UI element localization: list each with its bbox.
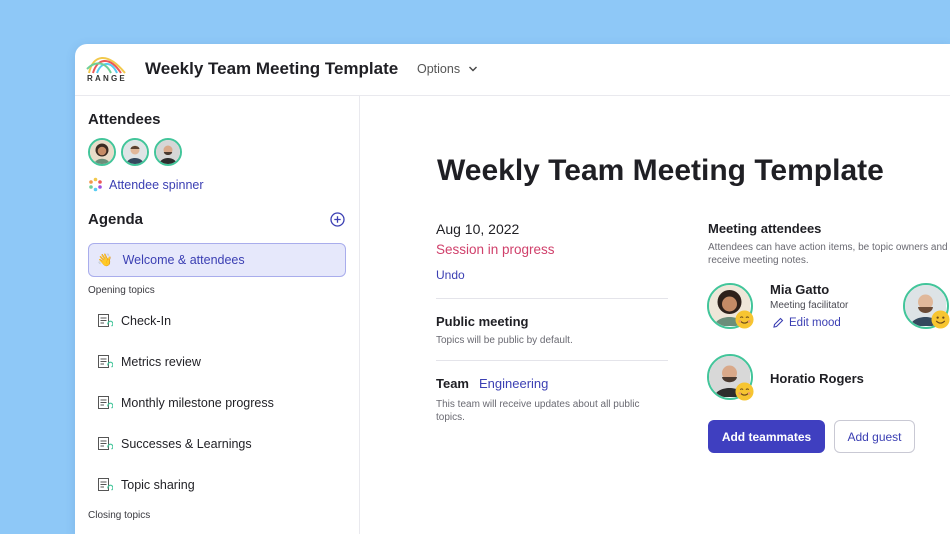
topic-doc-icon <box>98 396 113 409</box>
attendees-heading: Attendees <box>88 111 161 128</box>
smiling-emoji-icon <box>931 310 950 329</box>
topic-doc-icon <box>98 437 113 450</box>
smiling-emoji-icon <box>735 382 754 401</box>
topic-doc-icon <box>98 314 113 327</box>
add-guest-button[interactable]: Add guest <box>834 420 915 453</box>
topic-doc-icon <box>98 355 113 368</box>
meeting-attendees-heading: Meeting attendees <box>708 221 822 236</box>
opening-topics-label: Opening topics <box>88 285 155 296</box>
meeting-attendees-desc: Attendees can have action items, be topi… <box>708 242 948 266</box>
undo-button[interactable]: Undo <box>436 268 465 282</box>
team-link-engineering[interactable]: Engineering <box>479 376 548 391</box>
closing-topics-label: Closing topics <box>88 510 151 521</box>
topic-doc-icon <box>98 478 113 491</box>
avatar[interactable] <box>154 138 182 166</box>
attendee-spinner-link[interactable]: Attendee spinner <box>88 177 204 192</box>
page-title: Weekly Team Meeting Template <box>437 154 884 187</box>
header-title: Weekly Team Meeting Template <box>145 59 399 78</box>
add-agenda-icon[interactable] <box>330 212 345 227</box>
edit-mood-link[interactable]: Edit mood <box>772 317 841 329</box>
meeting-date: Aug 10, 2022 <box>436 221 520 237</box>
topic-label: Metrics review <box>121 355 201 369</box>
agenda-topic-metrics-review[interactable]: Metrics review <box>97 354 201 370</box>
session-status: Session in progress <box>436 242 555 257</box>
person-avatar-icon <box>123 140 147 164</box>
team-desc: This team will receive updates about all… <box>436 399 640 423</box>
topic-label: Successes & Learnings <box>121 437 252 451</box>
range-logo[interactable]: RANGE <box>85 49 129 89</box>
avatar[interactable] <box>88 138 116 166</box>
logo-wordmark: RANGE <box>87 74 127 83</box>
options-menu[interactable]: Options <box>417 62 478 76</box>
team-field: Team Engineering <box>436 376 548 391</box>
agenda-item-label: Welcome & attendees <box>122 253 245 267</box>
topic-label: Monthly milestone progress <box>121 396 274 410</box>
agenda-topic-sharing[interactable]: Topic sharing <box>97 477 195 493</box>
app-window: RANGE Weekly Team Meeting Template Optio… <box>75 44 950 534</box>
agenda-topic-successes[interactable]: Successes & Learnings <box>97 436 252 452</box>
smiling-emoji-icon <box>735 310 754 329</box>
public-meeting-desc: Topics will be public by default. <box>436 335 573 346</box>
chevron-down-icon <box>469 66 478 72</box>
public-meeting-title[interactable]: Public meeting <box>436 314 528 329</box>
agenda-heading: Agenda <box>88 211 144 228</box>
options-label: Options <box>417 62 461 76</box>
topic-label: Topic sharing <box>121 478 195 492</box>
edit-mood-label: Edit mood <box>789 317 841 329</box>
person-name: Horatio Rogers <box>770 371 864 386</box>
team-label: Team <box>436 376 469 391</box>
avatar[interactable] <box>121 138 149 166</box>
pencil-icon <box>773 317 784 328</box>
person-role: Meeting facilitator <box>770 300 849 311</box>
rainbow-icon <box>86 57 126 74</box>
add-teammates-button[interactable]: Add teammates <box>708 420 825 453</box>
agenda-item-welcome[interactable]: 👋 Welcome & attendees <box>88 243 346 277</box>
divider <box>436 360 668 361</box>
spinner-dots-icon <box>89 177 102 192</box>
person-name: Mia Gatto <box>770 282 830 297</box>
divider <box>436 298 668 299</box>
agenda-topic-monthly-milestone[interactable]: Monthly milestone progress <box>97 395 274 411</box>
person-avatar-icon <box>156 140 180 164</box>
attendee-avatars <box>88 138 182 166</box>
wave-icon: 👋 <box>97 252 113 267</box>
attendee-spinner-label: Attendee spinner <box>109 177 204 192</box>
agenda-topic-check-in[interactable]: Check-In <box>97 313 171 329</box>
topic-label: Check-In <box>121 314 172 328</box>
person-avatar-icon <box>90 140 114 164</box>
top-bar: RANGE Weekly Team Meeting Template Optio… <box>75 44 950 96</box>
